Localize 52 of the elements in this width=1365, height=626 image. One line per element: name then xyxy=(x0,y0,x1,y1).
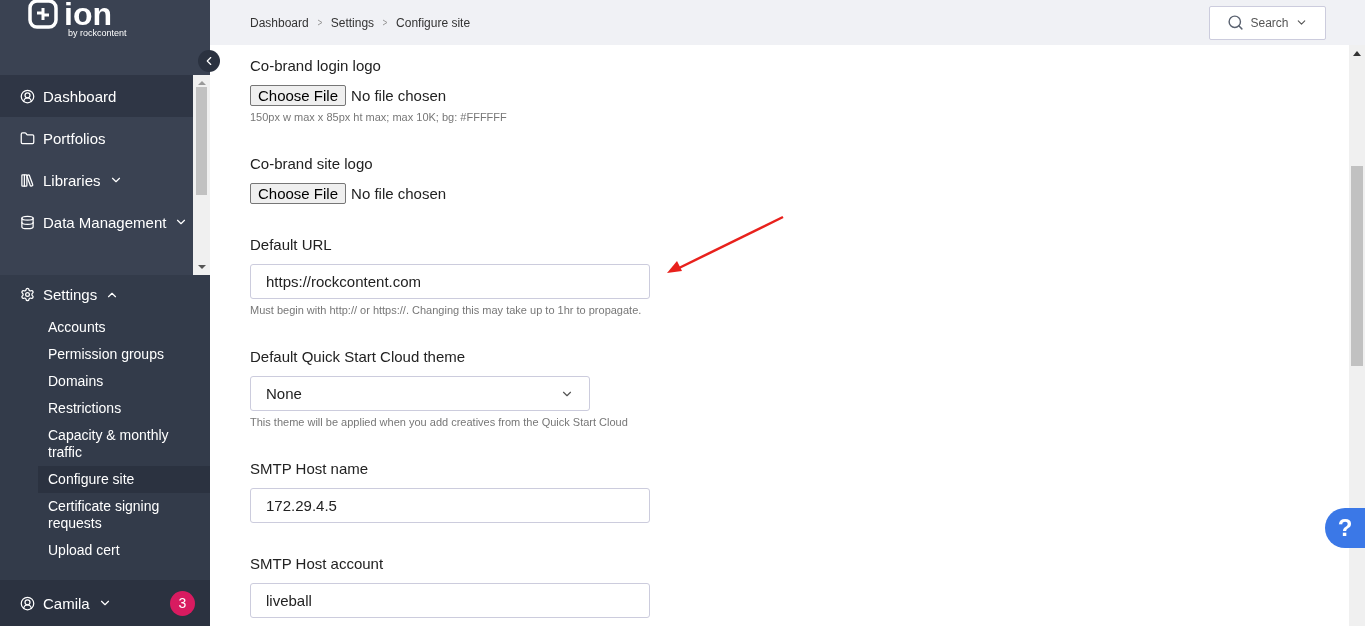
logo-tagline: by rockcontent xyxy=(68,28,128,38)
chevron-right-icon xyxy=(316,19,323,26)
text-field[interactable]: https://rockcontent.com xyxy=(250,264,650,299)
folder-icon xyxy=(20,130,35,146)
submenu-item[interactable]: Upload cert xyxy=(0,537,210,564)
user-icon xyxy=(20,595,35,611)
help-button[interactable]: ? xyxy=(1325,508,1365,548)
help-text: 150px w max x 85px ht max; max 10K; bg: #FFFFFF xyxy=(250,111,508,123)
breadcrumb-link[interactable]: Configure site xyxy=(396,15,471,30)
field-label: Default URL xyxy=(250,236,333,253)
database-icon xyxy=(20,214,35,230)
books-icon xyxy=(20,172,35,188)
field-label: Default Quick Start Cloud theme xyxy=(250,348,467,365)
help-text: This theme will be applied when you add creatives from the Quick Start Cloud xyxy=(250,416,629,428)
file-status: No file chosen xyxy=(351,87,447,104)
submenu-item[interactable]: Permission groups xyxy=(0,341,210,368)
field-label: SMTP Host account xyxy=(250,555,385,572)
nav-item[interactable]: Libraries xyxy=(0,159,193,201)
nav-item[interactable]: Portfolios xyxy=(0,117,193,159)
text-field[interactable]: 172.29.4.5 xyxy=(250,488,650,523)
file-status: No file chosen xyxy=(351,185,447,202)
submenu-item[interactable]: Domains xyxy=(0,368,210,395)
choose-file-button[interactable]: Choose File xyxy=(250,183,347,204)
search-icon xyxy=(1227,14,1245,31)
user-icon xyxy=(20,88,35,104)
breadcrumb-link[interactable]: Dashboard xyxy=(250,15,309,30)
field-label: SMTP Host name xyxy=(250,460,370,477)
scrollbar[interactable] xyxy=(193,75,210,275)
help-text: Must begin with http:// or https://. Changing this may take up to 1hr to propagate. xyxy=(250,304,643,316)
logo-text: ion xyxy=(64,0,112,30)
choose-file-button[interactable]: Choose File xyxy=(250,85,347,106)
breadcrumb-link[interactable]: Settings xyxy=(330,15,375,30)
field-label: Co-brand site logo xyxy=(250,155,374,172)
submenu-item[interactable]: Capacity & monthly traffic xyxy=(0,422,210,466)
submenu-item[interactable]: Restrictions xyxy=(0,395,210,422)
settings-icon xyxy=(20,287,35,302)
nav-item[interactable]: Dashboard xyxy=(0,75,193,117)
chevron-right-icon xyxy=(382,19,389,26)
collapse-button[interactable] xyxy=(198,50,220,72)
select-field[interactable]: None xyxy=(250,376,590,411)
submenu-item[interactable]: Certificate signing requests xyxy=(0,493,210,537)
field-label: Co-brand login logo xyxy=(250,57,382,74)
logo-icon xyxy=(28,0,58,29)
search-button[interactable]: Search xyxy=(1209,5,1326,40)
notification-count[interactable]: 3 xyxy=(170,590,195,616)
scrollbar[interactable] xyxy=(1349,45,1365,626)
submenu-item[interactable]: Configure site xyxy=(38,466,210,493)
text-field[interactable]: liveball xyxy=(250,583,650,618)
user-name[interactable]: Camila xyxy=(43,594,90,612)
nav-item[interactable]: Data Management xyxy=(0,201,193,243)
submenu-item[interactable]: Accounts xyxy=(0,314,210,341)
nav-item[interactable]: Settings xyxy=(0,275,210,314)
